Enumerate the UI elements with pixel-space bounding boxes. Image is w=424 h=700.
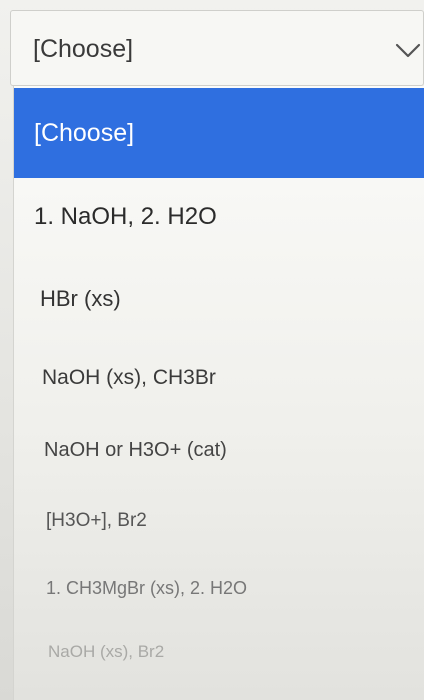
option-naoh-ch3br[interactable]: NaOH (xs), CH3Br (22, 366, 424, 390)
dropdown-list: [Choose] 1. NaOH, 2. H2O HBr (xs) NaOH (… (13, 86, 424, 700)
option-naoh-h2o[interactable]: 1. NaOH, 2. H2O (14, 203, 424, 231)
option-hbr-xs[interactable]: HBr (xs) (20, 286, 424, 312)
page: [Choose] [Choose] 1. NaOH, 2. H2O HBr (x… (0, 0, 424, 700)
option-h3o-br2[interactable]: [H3O+], Br2 (26, 510, 424, 532)
option-choose[interactable]: [Choose] (14, 88, 424, 178)
option-ch3mgbr-h2o[interactable]: 1. CH3MgBr (xs), 2. H2O (26, 578, 424, 599)
option-naoh-br2[interactable]: NaOH (xs), Br2 (28, 642, 424, 662)
option-naoh-or-h3o[interactable]: NaOH or H3O+ (cat) (24, 439, 424, 462)
chevron-down-icon (395, 43, 421, 58)
select-value: [Choose] (33, 35, 134, 63)
choose-select[interactable]: [Choose] (10, 10, 424, 86)
